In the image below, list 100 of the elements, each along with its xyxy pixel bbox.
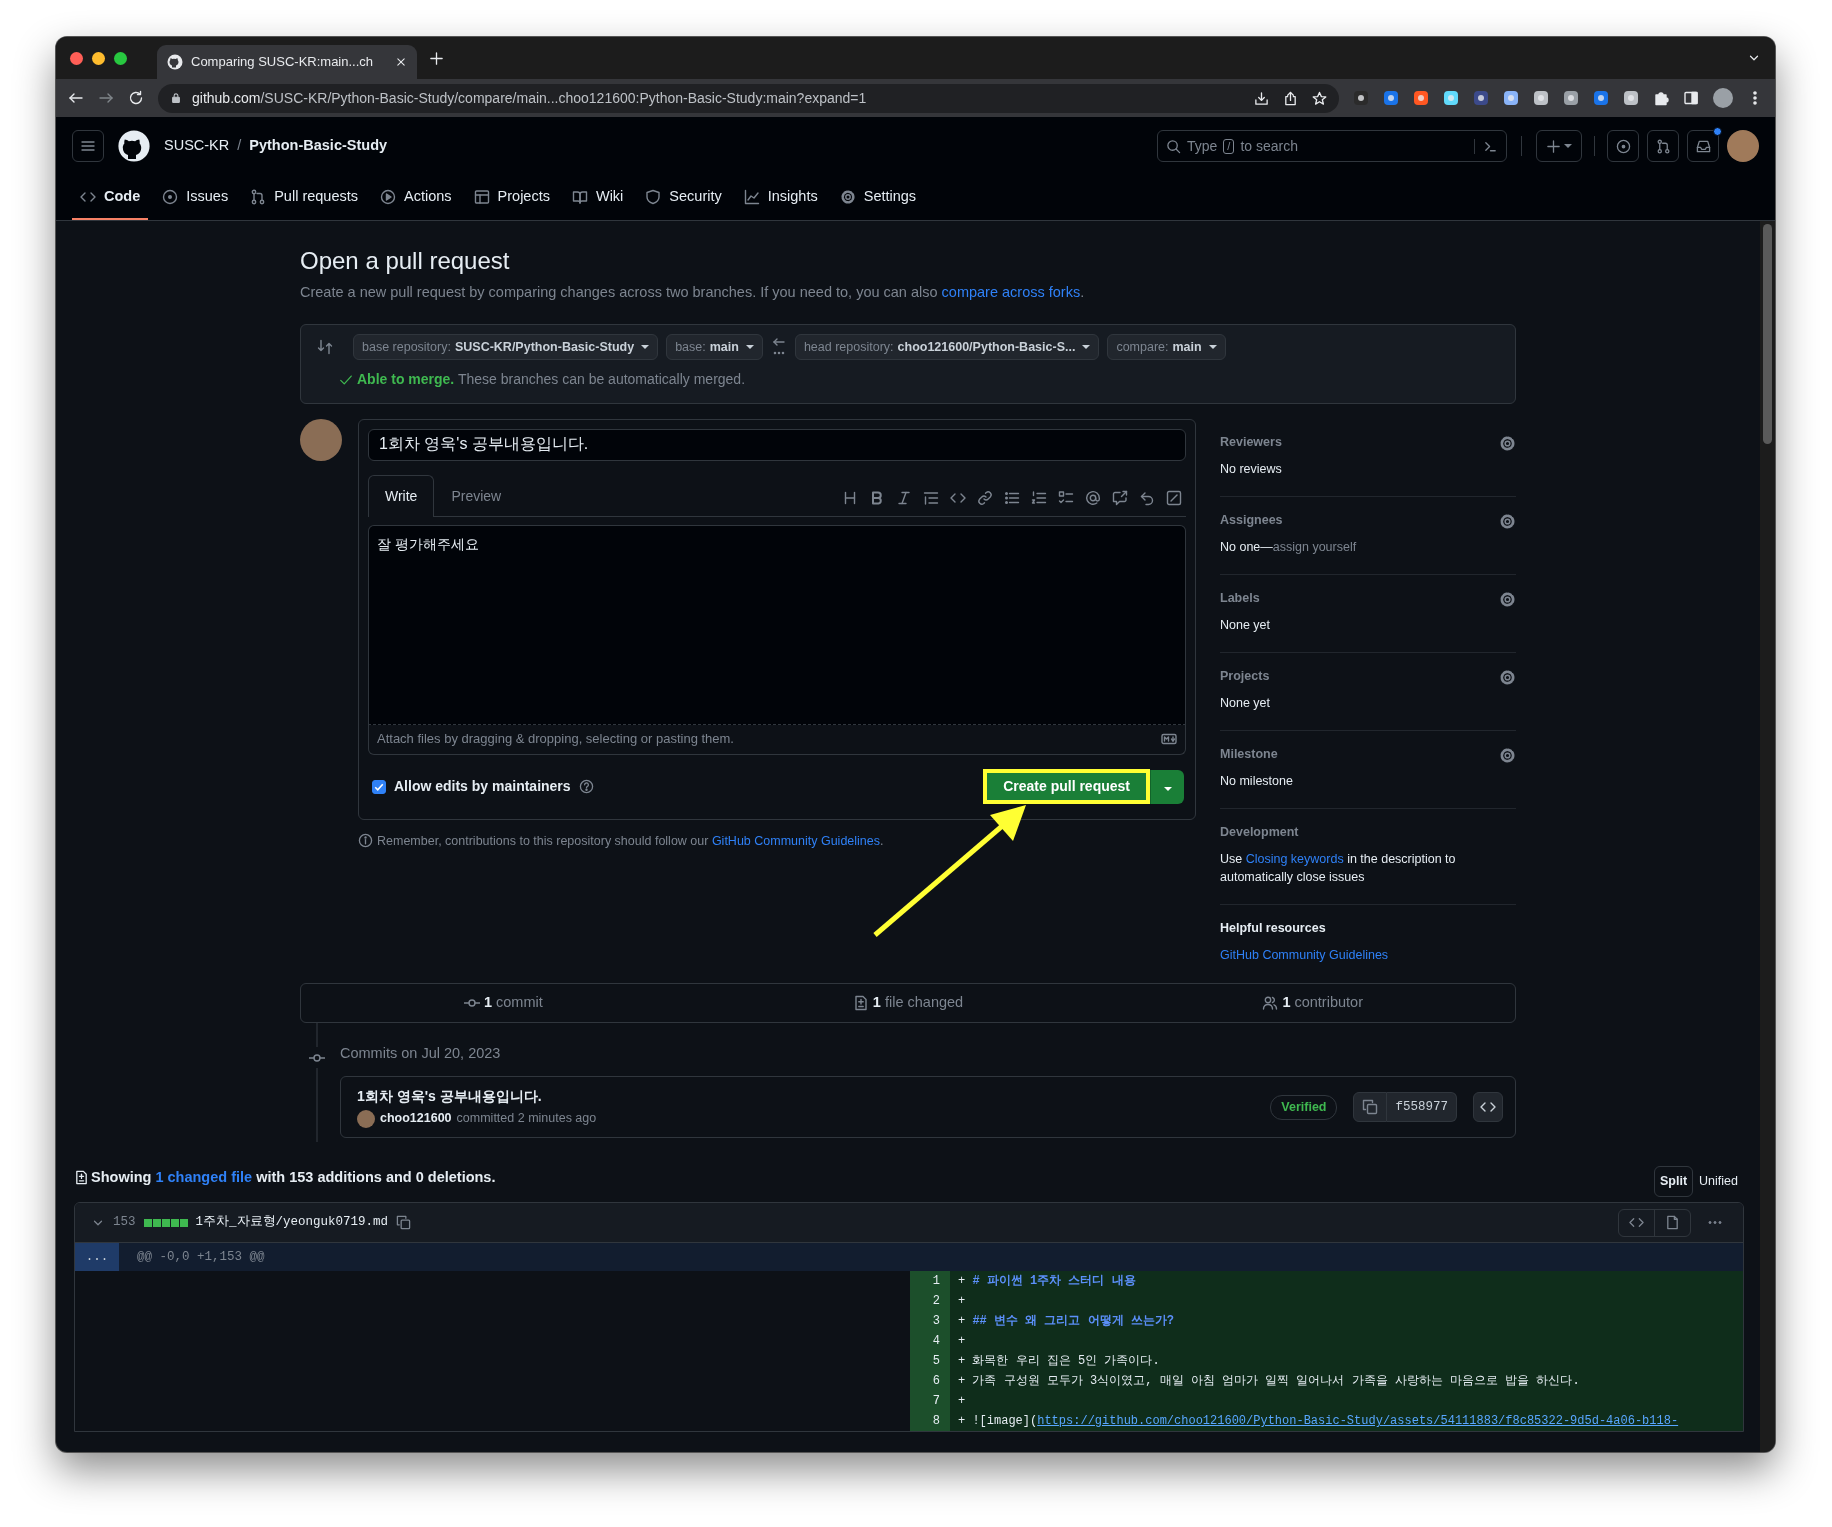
reload-icon xyxy=(128,90,144,106)
title-field[interactable]: 1회차 영욱's 공부내용입니다. xyxy=(368,428,1186,461)
guidelines-link[interactable]: GitHub Community Guidelines xyxy=(711,833,880,848)
search-field[interactable]: Type / to search xyxy=(1157,130,1507,162)
numbered-list-icon xyxy=(1031,489,1047,506)
url-text: github.com/SUSC-KR/Python-Basic-Study/compare/main...choo121600:Python-Basic-Study:main?expand=1 xyxy=(192,88,867,108)
check-icon xyxy=(339,372,353,387)
minimize-window-button[interactable] xyxy=(92,51,105,65)
github-logo-icon[interactable] xyxy=(118,130,150,162)
gear-icon xyxy=(1499,434,1516,452)
editor-tab[interactable]: Write xyxy=(368,474,435,517)
profile-avatar[interactable] xyxy=(1713,88,1733,108)
extension-icon[interactable] xyxy=(1473,90,1489,106)
issue-icon xyxy=(1615,138,1631,154)
pull-requests-button[interactable] xyxy=(1647,130,1679,162)
zoom-window-button[interactable] xyxy=(114,51,127,65)
task-list-icon xyxy=(1058,489,1074,506)
commit-title[interactable]: 1회차 영욱's 공부내용입니다. xyxy=(357,1086,597,1108)
create-pull-request-button[interactable]: Create pull request xyxy=(983,769,1150,805)
repo-tab[interactable]: Pull requests xyxy=(242,175,366,220)
extension-icon[interactable] xyxy=(1413,90,1429,106)
bookmark-star-icon xyxy=(1312,90,1327,106)
scrollbar-thumb[interactable] xyxy=(1763,224,1772,444)
issues-button[interactable] xyxy=(1607,130,1639,162)
browse-code-button[interactable] xyxy=(1473,1092,1503,1123)
changed-files-link[interactable]: 1 changed file xyxy=(155,1168,253,1185)
user-avatar[interactable] xyxy=(1727,130,1759,162)
repo-tab[interactable]: Actions xyxy=(372,175,460,220)
owner-link[interactable]: SUSC-KR xyxy=(164,135,230,157)
summary-link[interactable]: 1 commit xyxy=(463,991,543,1014)
extension-icon[interactable] xyxy=(1623,90,1639,106)
repo-tab[interactable]: Code xyxy=(72,175,149,220)
page-description: Create a new pull request by comparing changes across two branches. If you need to, you can also compare across forks. xyxy=(300,282,1086,302)
expand-button[interactable]: ... xyxy=(75,1243,119,1272)
repo-link[interactable]: Python-Basic-Study xyxy=(249,135,388,157)
repo-tab[interactable]: Issues xyxy=(154,175,237,220)
plus-icon xyxy=(1546,138,1561,154)
repo-tab[interactable]: Security xyxy=(637,175,730,220)
branch-selector[interactable]: compare: main xyxy=(1107,333,1226,361)
link-icon xyxy=(977,489,993,506)
extension-icon[interactable] xyxy=(1443,90,1459,106)
line-number: 4 xyxy=(910,1331,950,1352)
octocat-logo-icon xyxy=(167,54,183,70)
change-count: 153 xyxy=(113,1214,136,1232)
extension-icon[interactable] xyxy=(1353,90,1369,106)
repo-tab[interactable]: Projects xyxy=(465,175,558,220)
branch-selector[interactable]: head repository: choo121600/Python-Basic-S... xyxy=(794,333,1100,361)
reference-icon xyxy=(1112,489,1128,506)
line-number: 3 xyxy=(910,1311,950,1332)
section-title: Helpful resources xyxy=(1220,921,1326,937)
extension-icon[interactable] xyxy=(1593,90,1609,106)
diff-summary: Showing 1 changed file with 153 additions and 0 deletions. xyxy=(91,1167,496,1187)
repo-tab[interactable]: Insights xyxy=(735,175,826,220)
repo-tab[interactable]: Wiki xyxy=(563,175,632,220)
extension-icon[interactable] xyxy=(1383,90,1399,106)
extension-icon[interactable] xyxy=(1533,90,1549,106)
table-icon xyxy=(473,188,490,205)
browser-tab[interactable]: Comparing SUSC-KR:main...ch xyxy=(157,45,417,79)
copy-sha-button[interactable] xyxy=(1353,1092,1388,1123)
extension-icon[interactable] xyxy=(1503,90,1519,106)
quote-icon xyxy=(923,489,939,506)
dropdown-button[interactable] xyxy=(1150,769,1184,804)
path-separator: / xyxy=(237,136,242,156)
menu-button[interactable] xyxy=(72,130,104,162)
create-new-button[interactable] xyxy=(1536,130,1582,162)
extension-icon[interactable] xyxy=(1563,90,1579,106)
file-diff-icon xyxy=(852,994,869,1011)
author-link[interactable]: choo121600 xyxy=(380,1109,452,1129)
assign-yourself-link[interactable]: assign yourself xyxy=(1272,539,1357,554)
diffstat-drawing xyxy=(143,1218,188,1227)
development-hint: Use Closing keywords in the description to automatically close issues xyxy=(1220,851,1457,887)
file-path[interactable]: 1주차_자료형/yeonguk0719.md xyxy=(195,1213,389,1232)
section-value: No milestone xyxy=(1220,773,1294,791)
checkbox-label: Allow edits by maintainers xyxy=(394,777,571,797)
slash-commands-icon xyxy=(1166,489,1182,506)
bulleted-list-icon xyxy=(1004,489,1020,506)
mention-icon xyxy=(1085,489,1101,506)
close-window-button[interactable] xyxy=(70,51,83,65)
inbox-button[interactable] xyxy=(1687,130,1719,162)
checkbox[interactable] xyxy=(372,779,386,794)
summary-link[interactable]: 1 file changed xyxy=(852,991,964,1014)
heading-icon xyxy=(842,489,858,506)
gear-icon xyxy=(1499,590,1516,608)
editor-tab[interactable]: Preview xyxy=(434,474,519,517)
branch-selector[interactable]: base: main xyxy=(666,333,763,361)
issue-icon xyxy=(162,188,179,205)
section-title: Labels xyxy=(1220,590,1260,606)
view-mode-button[interactable]: Unified xyxy=(1693,1166,1744,1198)
address-bar[interactable]: github.com/SUSC-KR/Python-Basic-Study/compare/main...choo121600:Python-Basic-Study:main?expand=1 xyxy=(158,83,1339,113)
repo-tab[interactable]: Settings xyxy=(831,175,925,220)
image-link[interactable]: https://github.com/choo121600/Python-Basic-Study/assets/54111883/f8c85322-9d5d-4a06-b118- xyxy=(1037,1414,1679,1429)
verified-badge[interactable]: Verified xyxy=(1270,1094,1338,1120)
closing-keywords-link[interactable]: Closing keywords xyxy=(1245,852,1344,867)
bold-icon xyxy=(869,489,885,506)
branch-selector[interactable]: base repository: SUSC-KR/Python-Basic-Study xyxy=(353,333,659,361)
commit-sha-button[interactable]: f558977 xyxy=(1387,1092,1457,1123)
view-mode-button[interactable]: Split xyxy=(1654,1166,1694,1198)
guidelines-link[interactable]: GitHub Community Guidelines xyxy=(1220,948,1389,963)
summary-link[interactable]: 1 contributor xyxy=(1262,991,1363,1014)
description-field[interactable]: 잘 평가해주세요 xyxy=(368,524,1186,725)
